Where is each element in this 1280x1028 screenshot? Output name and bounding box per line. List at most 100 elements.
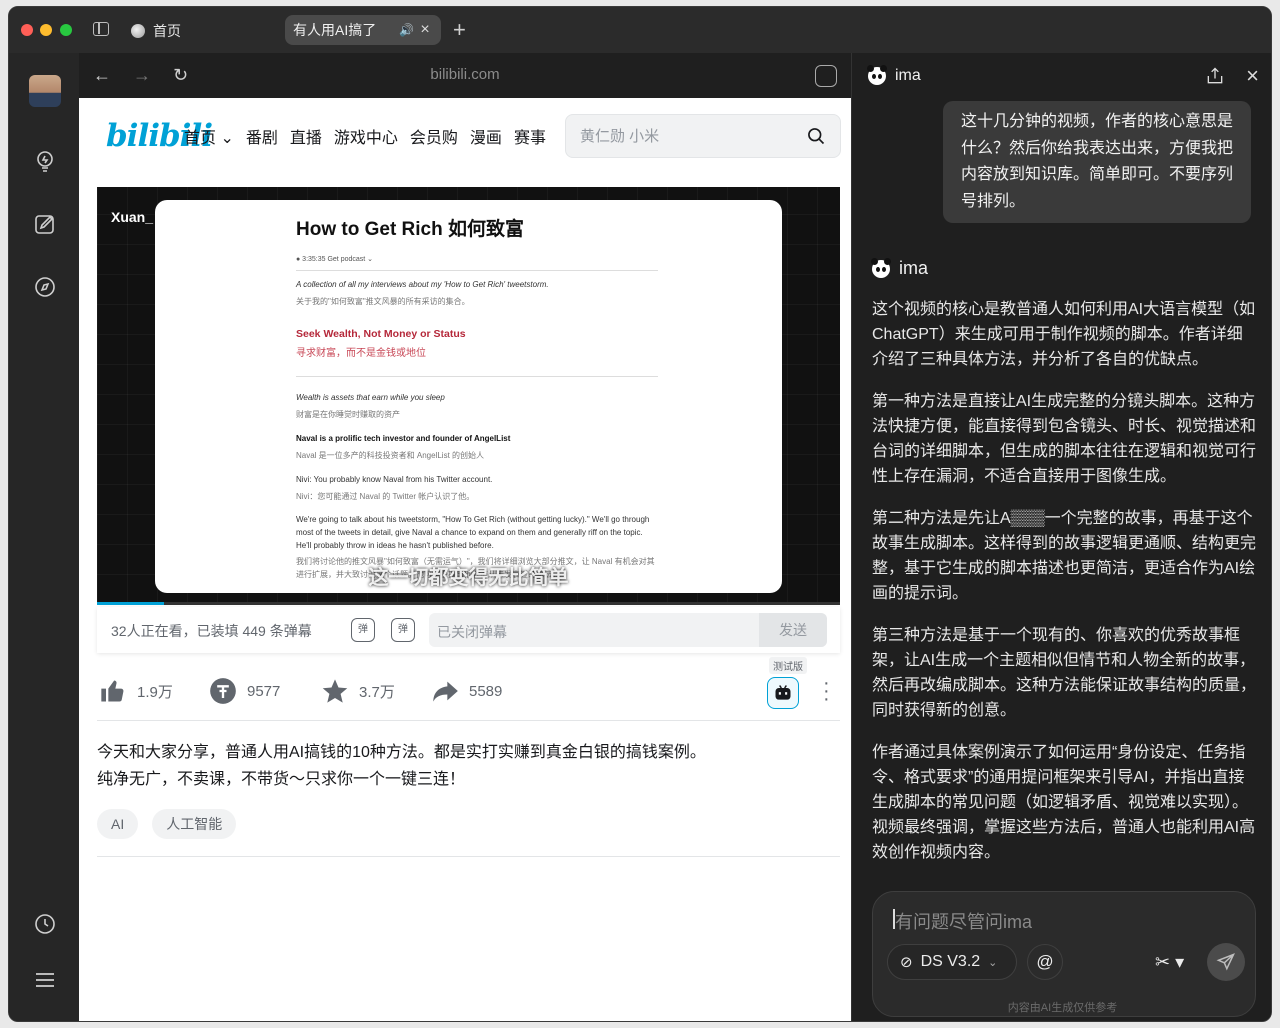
- new-tab-button[interactable]: +: [453, 17, 466, 43]
- video-tags: AI 人工智能: [97, 809, 237, 839]
- scissors-icon[interactable]: ✂ ▾: [1155, 952, 1184, 973]
- model-label: DS V3.2: [920, 953, 981, 970]
- panda-icon: [871, 257, 891, 278]
- search-input[interactable]: [580, 125, 790, 147]
- ai-assistant-button[interactable]: [767, 677, 799, 709]
- slide-line: Naval is a prolific tech investor and fo…: [296, 434, 511, 443]
- reply-paragraph: 第一种方法是直接让AI生成完整的分镜头脚本。这种方法快捷方便，能直接得到包含镜头…: [872, 393, 1257, 485]
- compass-icon[interactable]: [33, 275, 57, 299]
- share-icon: [433, 681, 458, 702]
- nav-item-esports[interactable]: 赛事: [514, 124, 546, 148]
- close-tab-icon[interactable]: ×: [417, 21, 433, 39]
- user-message: 这十几分钟的视频，作者的核心意思是什么？然后你给我表达出来，方便我把内容放到知识…: [943, 101, 1251, 223]
- search-icon[interactable]: [806, 126, 826, 146]
- share-icon[interactable]: [1205, 66, 1225, 86]
- ima-assistant-panel: ima × 这十几分钟的视频，作者的核心意思是什么？然后你给我表达出来，方便我把…: [851, 53, 1271, 1021]
- tag-artificial-intelligence[interactable]: 人工智能: [152, 809, 237, 839]
- reply-paragraph: 第二种方法是先让A▒▒▒一个完整的故事，再基于这个故事生成脚本。这样得到的故事逻…: [872, 510, 1257, 602]
- close-window-button[interactable]: [21, 24, 33, 36]
- coin-button[interactable]: 9577: [209, 677, 280, 705]
- minimize-window-button[interactable]: [40, 24, 52, 36]
- address-bar[interactable]: bilibili.com: [79, 66, 851, 83]
- tab-video-label: 有人用AI搞了: [293, 22, 377, 38]
- nav-item-home[interactable]: 首页 ⌄: [184, 124, 234, 148]
- viewer-count: 32人正在看，已装填 449 条弹幕: [111, 623, 312, 639]
- slide-line: Nivi：您可能通过 Naval 的 Twitter 帐户认识了他。: [296, 492, 475, 501]
- tab-video[interactable]: 有人用AI搞了 🔊 ×: [285, 15, 441, 45]
- panel-header: ima ×: [852, 53, 1271, 99]
- coin-icon: [210, 678, 236, 704]
- ai-disclaimer: 内容由AI生成仅供参考: [1007, 1002, 1118, 1014]
- video-subtitle: 这一切都变得无比简单: [368, 567, 569, 589]
- video-progress-fill: [97, 602, 164, 605]
- app-rail: [9, 53, 79, 1021]
- avatar[interactable]: [29, 75, 61, 107]
- history-icon[interactable]: [33, 912, 57, 936]
- danmaku-placeholder: 已关闭弹幕: [437, 624, 507, 640]
- globe-icon: [131, 24, 145, 38]
- slide-line: We're going to talk about his tweetstorm…: [296, 515, 650, 550]
- menu-icon[interactable]: [33, 968, 57, 992]
- browser-window: 首页 有人用AI搞了 🔊 × + ← → ↻ bilibili.com bili…: [8, 6, 1272, 1022]
- like-count: 1.9万: [137, 683, 173, 701]
- robot-icon: [775, 685, 791, 700]
- like-button[interactable]: 1.9万: [99, 677, 173, 705]
- thumbs-up-icon: [101, 680, 124, 702]
- reply-paragraph: 作者通过具体案例演示了如何运用“身份设定、任务指令、格式要求”的通用提问框架来引…: [872, 744, 1256, 861]
- nav-item-comics[interactable]: 漫画: [470, 124, 502, 148]
- danmaku-settings-icon[interactable]: 弹: [391, 618, 415, 642]
- coin-count: 9577: [247, 682, 281, 700]
- lightbulb-icon[interactable]: [33, 149, 57, 173]
- sidebar-toggle-icon[interactable]: [93, 22, 109, 36]
- slide-line: 关于我的"如何致富"推文风暴的所有采访的集合。: [296, 297, 470, 306]
- favorite-button[interactable]: 3.7万: [321, 677, 395, 705]
- danmaku-toggle-icon[interactable]: 弹: [351, 618, 375, 642]
- tag-ai[interactable]: AI: [97, 809, 139, 839]
- nav-item-anime[interactable]: 番剧: [246, 124, 278, 148]
- slide-line: 财富是在你睡觉时赚取的资产: [296, 410, 400, 419]
- nav-item-shop[interactable]: 会员购: [410, 124, 458, 148]
- danmaku-bar: 32人正在看，已装填 449 条弹幕 弹 弹 已关闭弹幕 发送: [97, 607, 840, 653]
- reply-paragraph: 这个视频的核心是教普通人如何利用AI大语言模型（如ChatGPT）来生成可用于制…: [872, 301, 1256, 368]
- bilibili-watermark: bilibili: [177, 203, 258, 229]
- panda-icon: [867, 65, 887, 85]
- speaker-icon[interactable]: 🔊: [399, 23, 417, 37]
- edit-icon[interactable]: [33, 212, 57, 236]
- reply-assistant-name: ima: [899, 258, 929, 278]
- ai-beta-tag: 测试版: [769, 657, 807, 674]
- uploader-watermark: Xuan_: [111, 209, 154, 225]
- chevron-down-icon: ⌄: [988, 956, 998, 969]
- close-panel-icon[interactable]: ×: [1246, 63, 1259, 89]
- slide-line: A collection of all my interviews about …: [296, 280, 549, 289]
- nav-item-games[interactable]: 游戏中心: [334, 124, 398, 148]
- video-player[interactable]: How to Get Rich 如何致富 ● 3:35:35 Get podca…: [97, 187, 840, 605]
- share-button[interactable]: 5589: [431, 677, 502, 705]
- reply-paragraph: 第三种方法是基于一个现有的、你喜欢的优秀故事框架，让AI生成一个主题相似但情节和…: [872, 627, 1257, 719]
- slide-meta: ● 3:35:35 Get podcast ⌄: [296, 256, 374, 263]
- browser-toolbar: ← → ↻ bilibili.com: [79, 53, 851, 98]
- slide-line: Wealth is assets that earn while you sle…: [296, 393, 445, 402]
- danmaku-input[interactable]: 已关闭弹幕 发送: [429, 613, 827, 647]
- model-selector[interactable]: ⊘ DS V3.2 ⌄: [887, 944, 1017, 980]
- browser-pane: ← → ↻ bilibili.com bilibili 首页 ⌄ 番剧 直播 游…: [79, 53, 851, 1021]
- bilibili-header: bilibili 首页 ⌄ 番剧 直播 游戏中心 会员购 漫画 赛事: [79, 98, 851, 178]
- send-button[interactable]: [1207, 943, 1245, 981]
- composer-placeholder[interactable]: 有问题尽管问ima: [895, 908, 1032, 934]
- description-line: 纯净无广，不卖课，不带货～只求你一个一键三连！: [97, 771, 466, 788]
- video-progress-bar[interactable]: [97, 602, 840, 605]
- ai-refresh-icon[interactable]: [815, 65, 837, 87]
- maximize-window-button[interactable]: [60, 24, 72, 36]
- deep-think-icon: ⊘: [900, 954, 913, 971]
- video-frame-slide: How to Get Rich 如何致富 ● 3:35:35 Get podca…: [155, 200, 782, 593]
- tab-home[interactable]: 首页: [131, 17, 181, 45]
- title-bar: 首页 有人用AI搞了 🔊 × +: [9, 7, 1271, 53]
- nav-item-live[interactable]: 直播: [290, 124, 322, 148]
- ima-logo: ima: [867, 65, 921, 85]
- reply-header: ima: [871, 257, 929, 279]
- more-options-icon[interactable]: · · ·: [823, 673, 830, 709]
- slide-divider: [296, 376, 658, 377]
- video-description: 今天和大家分享，普通人用AI搞钱的10种方法。都是实打实赚到真金白银的搞钱案例。…: [97, 739, 837, 793]
- mention-button[interactable]: @: [1027, 944, 1063, 980]
- danmaku-send-button[interactable]: 发送: [759, 613, 827, 647]
- assistant-reply: 这个视频的核心是教普通人如何利用AI大语言模型（如ChatGPT）来生成可用于制…: [872, 297, 1258, 882]
